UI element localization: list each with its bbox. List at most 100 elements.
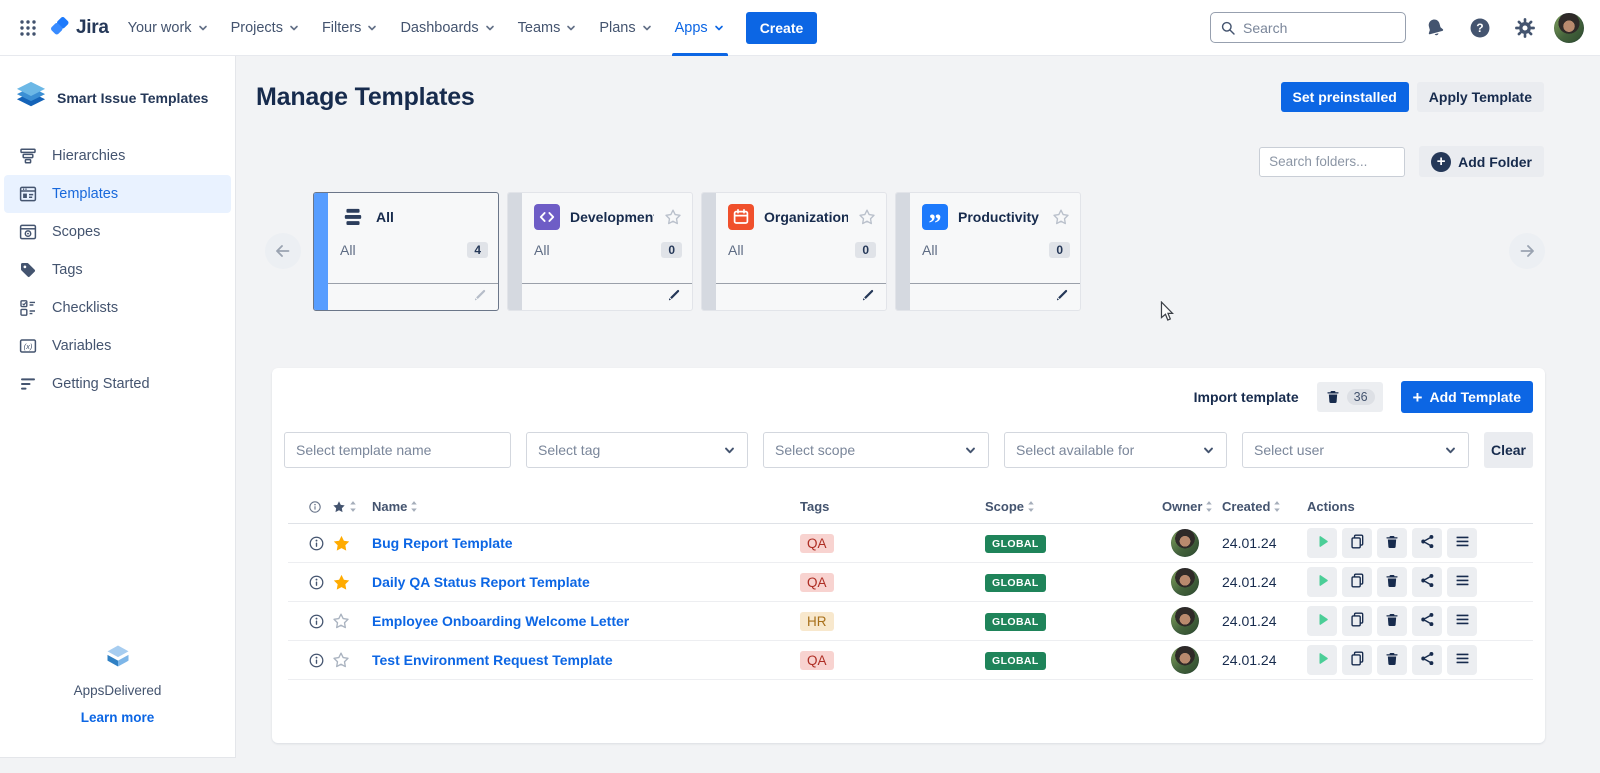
copy-action-button[interactable] bbox=[1342, 645, 1372, 675]
edit-pencil-icon[interactable] bbox=[473, 287, 488, 307]
filter-select-tag[interactable]: Select tag bbox=[526, 432, 748, 468]
edit-pencil-icon[interactable] bbox=[861, 287, 876, 307]
share-icon bbox=[1419, 650, 1436, 670]
template-name-link[interactable]: Employee Onboarding Welcome Letter bbox=[372, 613, 800, 629]
folder-card-organization[interactable]: Organization All0 bbox=[701, 192, 887, 311]
copy-action-button[interactable] bbox=[1342, 528, 1372, 558]
menu-icon bbox=[1454, 650, 1471, 670]
nav-item-apps[interactable]: Apps bbox=[664, 0, 736, 56]
favorite-star-filled[interactable] bbox=[332, 573, 372, 592]
nav-item-filters[interactable]: Filters bbox=[311, 0, 389, 56]
folder-card-productivity[interactable]: ”Productivity All0 bbox=[895, 192, 1081, 311]
add-folder-button[interactable]: + Add Folder bbox=[1419, 146, 1544, 177]
filter-select-scope[interactable]: Select scope bbox=[763, 432, 989, 468]
column-created[interactable]: Created bbox=[1222, 499, 1307, 514]
delete-action-button[interactable] bbox=[1377, 606, 1407, 636]
sidebar-item-label: Variables bbox=[52, 338, 111, 354]
info-icon[interactable] bbox=[308, 535, 332, 552]
clear-filters-button[interactable]: Clear bbox=[1484, 432, 1533, 468]
nav-item-your-work[interactable]: Your work bbox=[117, 0, 220, 56]
favorite-star-outline[interactable] bbox=[332, 651, 372, 669]
share-action-button[interactable] bbox=[1412, 567, 1442, 597]
created-date: 24.01.24 bbox=[1222, 613, 1307, 629]
column-favorite[interactable] bbox=[332, 500, 372, 514]
sidebar-item-templates[interactable]: Templates bbox=[4, 175, 231, 213]
app-switcher-icon[interactable] bbox=[12, 12, 44, 44]
nav-item-projects[interactable]: Projects bbox=[220, 0, 311, 56]
run-action-button[interactable] bbox=[1307, 645, 1337, 675]
help-icon[interactable]: ? bbox=[1464, 12, 1496, 44]
sidebar-item-scopes[interactable]: Scopes bbox=[4, 213, 231, 251]
filter-select-available-for[interactable]: Select available for bbox=[1004, 432, 1227, 468]
create-button[interactable]: Create bbox=[746, 12, 818, 44]
sidebar-item-checklists[interactable]: Checklists bbox=[4, 289, 231, 327]
copy-action-button[interactable] bbox=[1342, 567, 1372, 597]
sidebar-item-hierarchies[interactable]: Hierarchies bbox=[4, 137, 231, 175]
jira-logo[interactable]: Jira bbox=[44, 16, 117, 40]
column-owner[interactable]: Owner bbox=[1162, 499, 1222, 514]
sidebar-item-getting-started[interactable]: Getting Started bbox=[4, 365, 231, 403]
column-name[interactable]: Name bbox=[372, 499, 800, 514]
owner-avatar[interactable] bbox=[1171, 646, 1199, 674]
settings-icon[interactable] bbox=[1509, 12, 1541, 44]
edit-pencil-icon[interactable] bbox=[1055, 287, 1070, 307]
copy-icon bbox=[1349, 650, 1366, 670]
run-action-button[interactable] bbox=[1307, 567, 1337, 597]
owner-avatar[interactable] bbox=[1171, 529, 1199, 557]
edit-pencil-icon[interactable] bbox=[667, 287, 682, 307]
favorite-star-icon[interactable] bbox=[1052, 208, 1070, 226]
template-name-link[interactable]: Bug Report Template bbox=[372, 535, 800, 551]
share-action-button[interactable] bbox=[1412, 645, 1442, 675]
favorite-star-icon[interactable] bbox=[664, 208, 682, 226]
set-preinstalled-button[interactable]: Set preinstalled bbox=[1281, 82, 1409, 112]
nav-item-dashboards[interactable]: Dashboards bbox=[389, 0, 506, 56]
delete-action-button[interactable] bbox=[1377, 645, 1407, 675]
template-name-link[interactable]: Test Environment Request Template bbox=[372, 652, 800, 668]
search-folders-input[interactable] bbox=[1259, 147, 1405, 177]
apply-template-button[interactable]: Apply Template bbox=[1417, 82, 1544, 112]
import-template-button[interactable]: Import template bbox=[1194, 389, 1299, 405]
owner-avatar[interactable] bbox=[1171, 607, 1199, 635]
info-icon[interactable] bbox=[308, 613, 332, 630]
info-icon[interactable] bbox=[308, 652, 332, 669]
share-icon bbox=[1419, 611, 1436, 631]
global-search[interactable] bbox=[1210, 12, 1406, 43]
run-action-button[interactable] bbox=[1307, 606, 1337, 636]
menu-action-button[interactable] bbox=[1447, 567, 1477, 597]
learn-more-link[interactable]: Learn more bbox=[81, 710, 155, 725]
delete-action-button[interactable] bbox=[1377, 567, 1407, 597]
carousel-next-button[interactable] bbox=[1509, 233, 1545, 269]
nav-item-teams[interactable]: Teams bbox=[507, 0, 589, 56]
copy-action-button[interactable] bbox=[1342, 606, 1372, 636]
favorite-star-filled[interactable] bbox=[332, 534, 372, 553]
user-avatar[interactable] bbox=[1554, 13, 1584, 43]
menu-icon bbox=[1454, 572, 1471, 592]
info-icon[interactable] bbox=[308, 574, 332, 591]
sidebar-item-tags[interactable]: Tags bbox=[4, 251, 231, 289]
menu-action-button[interactable] bbox=[1447, 606, 1477, 636]
trash-bin-button[interactable]: 36 bbox=[1317, 382, 1383, 412]
folder-card-all[interactable]: All All4 bbox=[313, 192, 499, 311]
sidebar-item-variables[interactable]: (x)Variables bbox=[4, 327, 231, 365]
notifications-icon[interactable] bbox=[1419, 12, 1451, 44]
share-action-button[interactable] bbox=[1412, 606, 1442, 636]
share-action-button[interactable] bbox=[1412, 528, 1442, 558]
folder-card-development[interactable]: Development All0 bbox=[507, 192, 693, 311]
folder-count-badge: 4 bbox=[467, 242, 488, 258]
search-input[interactable] bbox=[1243, 20, 1396, 36]
delete-action-button[interactable] bbox=[1377, 528, 1407, 558]
filter-select-user[interactable]: Select user bbox=[1242, 432, 1469, 468]
column-scope[interactable]: Scope bbox=[985, 499, 1162, 514]
carousel-prev-button[interactable] bbox=[265, 233, 301, 269]
owner-avatar[interactable] bbox=[1171, 568, 1199, 596]
nav-item-plans[interactable]: Plans bbox=[588, 0, 663, 56]
add-template-button[interactable]: + Add Template bbox=[1401, 381, 1533, 413]
filter-input[interactable] bbox=[296, 442, 499, 458]
menu-action-button[interactable] bbox=[1447, 528, 1477, 558]
panel-toolbar: Import template 36 + Add Template bbox=[272, 368, 1545, 413]
template-name-link[interactable]: Daily QA Status Report Template bbox=[372, 574, 800, 590]
favorite-star-icon[interactable] bbox=[858, 208, 876, 226]
menu-action-button[interactable] bbox=[1447, 645, 1477, 675]
favorite-star-outline[interactable] bbox=[332, 612, 372, 630]
run-action-button[interactable] bbox=[1307, 528, 1337, 558]
